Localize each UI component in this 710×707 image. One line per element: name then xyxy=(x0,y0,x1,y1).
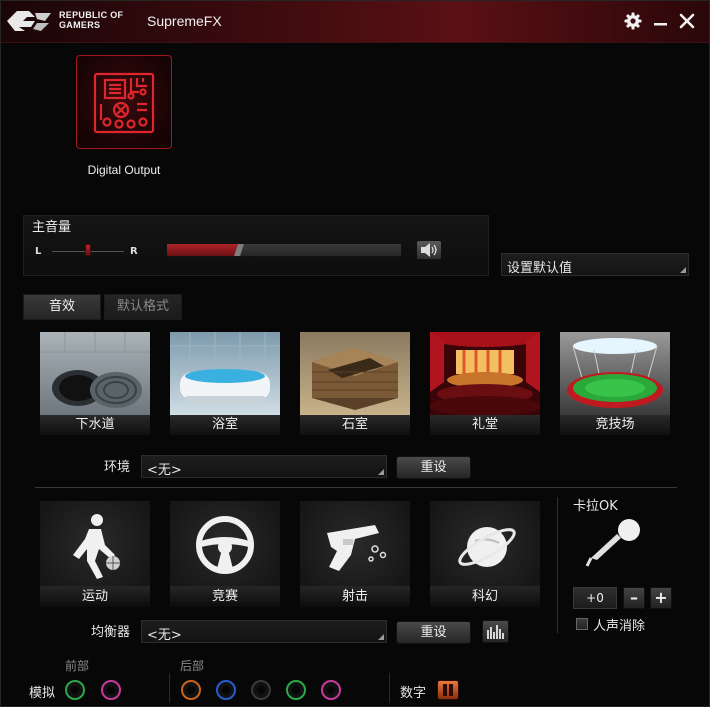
master-volume-slider[interactable] xyxy=(166,243,402,257)
section-divider xyxy=(35,487,677,488)
balance-right-label: R xyxy=(130,246,138,257)
shooter-icon xyxy=(327,525,387,571)
digital-output-toggle[interactable] xyxy=(437,680,459,700)
karaoke-divider xyxy=(557,497,558,633)
microphone-icon xyxy=(585,519,640,567)
env-tile-auditorium[interactable]: 礼堂 xyxy=(430,332,540,435)
dropdown-corner-icon xyxy=(378,469,384,475)
master-volume-fill xyxy=(167,244,238,256)
default-device-select[interactable]: 设置默认值 xyxy=(501,253,689,276)
sports-icon xyxy=(73,514,120,579)
karaoke-decrease-button[interactable]: – xyxy=(623,587,645,609)
bathroom-icon xyxy=(170,332,280,415)
mute-button[interactable] xyxy=(416,240,442,260)
preset-label-sports: 运动 xyxy=(40,586,150,607)
equalizer-bars-icon xyxy=(487,625,504,639)
preset-label-racing: 竞赛 xyxy=(170,586,280,607)
front-jack-pink[interactable] xyxy=(101,680,121,700)
rear-jack-pink[interactable] xyxy=(321,680,341,700)
sci-fi-icon xyxy=(458,527,516,567)
env-tile-sewer[interactable]: 下水道 xyxy=(40,332,150,435)
digital-label: 数字 xyxy=(400,686,427,701)
preset-label-sci-fi: 科幻 xyxy=(430,586,540,607)
speaker-icon xyxy=(421,243,437,257)
title-bar[interactable]: REPUBLIC OF GAMERS SupremeFX xyxy=(1,1,709,43)
close-button[interactable] xyxy=(677,11,697,31)
brand-line-1: REPUBLIC OF xyxy=(59,10,124,20)
vocal-cancel-label: 人声消除 xyxy=(593,619,646,634)
vocal-cancel-checkbox[interactable] xyxy=(576,618,588,630)
sewer-icon xyxy=(40,332,150,415)
default-device-select-value: 设置默认值 xyxy=(507,261,573,276)
equalizer-label: 均衡器 xyxy=(91,625,131,640)
equalizer-settings-button[interactable] xyxy=(482,620,509,643)
karaoke-value: +0 xyxy=(573,587,617,609)
minimize-button[interactable] xyxy=(651,11,671,31)
brand-text: REPUBLIC OF GAMERS xyxy=(59,10,139,30)
equalizer-reset-button[interactable]: 重设 xyxy=(396,621,471,644)
env-tile-arena[interactable]: 竞技场 xyxy=(560,332,670,435)
preset-tile-shooter[interactable]: 射击 xyxy=(300,501,410,607)
tab-default-format[interactable]: 默认格式 xyxy=(104,294,182,320)
preset-tile-racing[interactable]: 竞赛 xyxy=(170,501,280,607)
master-volume-title: 主音量 xyxy=(32,220,72,235)
environment-label: 环境 xyxy=(104,460,131,475)
balance-left-label: L xyxy=(35,246,42,257)
env-label-stone-room: 石室 xyxy=(300,415,410,435)
preset-tile-sci-fi[interactable]: 科幻 xyxy=(430,501,540,607)
racing-icon xyxy=(196,516,254,574)
rear-jack-orange[interactable] xyxy=(181,680,201,700)
app-window: REPUBLIC OF GAMERS SupremeFX Digital Out… xyxy=(0,0,710,707)
device-digital-output[interactable] xyxy=(76,55,172,149)
preset-label-shooter: 射击 xyxy=(300,586,410,607)
minimize-icon xyxy=(654,23,667,26)
env-tile-bathroom[interactable]: 浴室 xyxy=(170,332,280,435)
env-label-bathroom: 浴室 xyxy=(170,415,280,435)
master-volume-panel: 主音量 L R xyxy=(23,215,489,276)
balance-slider-thumb[interactable] xyxy=(85,244,91,256)
preset-tile-sports[interactable]: 运动 xyxy=(40,501,150,607)
environment-select-value: <无> xyxy=(147,463,182,478)
equalizer-select[interactable]: <无> xyxy=(141,620,387,643)
env-label-sewer: 下水道 xyxy=(40,415,150,435)
stone-room-icon xyxy=(300,332,410,415)
gear-icon xyxy=(624,12,642,30)
close-icon xyxy=(679,13,695,29)
rog-logo-icon xyxy=(7,11,51,31)
analog-label: 模拟 xyxy=(29,686,56,701)
environment-reset-button[interactable]: 重设 xyxy=(396,456,471,479)
karaoke-title: 卡拉OK xyxy=(573,499,618,514)
env-label-auditorium: 礼堂 xyxy=(430,415,540,435)
app-title: SupremeFX xyxy=(147,13,222,29)
brand-line-2: GAMERS xyxy=(59,20,101,30)
rear-jack-black[interactable] xyxy=(251,680,271,700)
auditorium-icon xyxy=(430,332,540,415)
circuit-board-icon xyxy=(93,72,155,134)
dropdown-corner-icon xyxy=(378,634,384,640)
env-label-arena: 竞技场 xyxy=(560,415,670,435)
env-tile-stone-room[interactable]: 石室 xyxy=(300,332,410,435)
front-jack-green[interactable] xyxy=(65,680,85,700)
environment-select[interactable]: <无> xyxy=(141,455,387,478)
rear-jack-green[interactable] xyxy=(286,680,306,700)
device-label: Digital Output xyxy=(87,163,161,177)
tab-sound-effects[interactable]: 音效 xyxy=(23,294,101,320)
jack-divider xyxy=(169,673,170,703)
digital-divider xyxy=(389,673,390,703)
rear-jack-blue[interactable] xyxy=(216,680,236,700)
front-label: 前部 xyxy=(65,659,90,673)
equalizer-select-value: <无> xyxy=(147,628,182,643)
dropdown-corner-icon xyxy=(680,267,686,273)
rear-label: 后部 xyxy=(180,659,205,673)
arena-icon xyxy=(560,332,670,415)
settings-button[interactable] xyxy=(623,11,643,31)
karaoke-increase-button[interactable]: + xyxy=(650,587,672,609)
